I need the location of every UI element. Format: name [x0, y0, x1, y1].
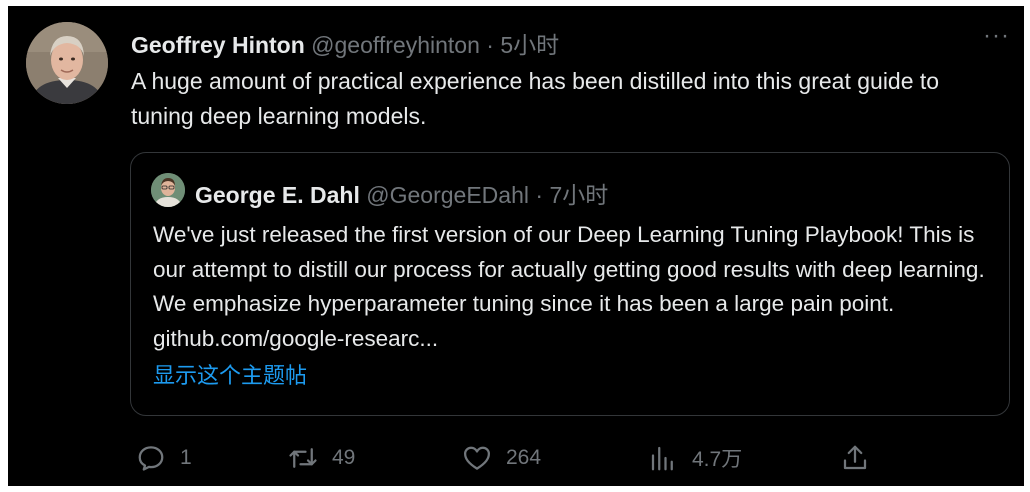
tweet-text: A huge amount of practical experience ha…: [131, 68, 940, 129]
reply-icon: [138, 446, 164, 471]
views-button[interactable]: 4.7万: [648, 438, 742, 478]
retweet-count: 49: [332, 446, 356, 469]
quoted-header-separator: ·: [535, 182, 544, 208]
author-name[interactable]: Geoffrey Hinton: [131, 32, 305, 58]
tweet-card[interactable]: Geoffrey Hinton @geoffreyhinton · 5小时 ··…: [8, 6, 1024, 486]
share-button[interactable]: [840, 438, 884, 478]
views-chart-icon: [651, 446, 673, 471]
tweet-header: Geoffrey Hinton @geoffreyhinton · 5小时: [131, 26, 559, 60]
like-button[interactable]: 264: [462, 438, 541, 478]
header-separator: ·: [486, 32, 494, 58]
tweet-time[interactable]: 5小时: [500, 32, 559, 58]
share-icon: [843, 445, 867, 470]
quoted-author-avatar[interactable]: [151, 173, 185, 207]
author-handle[interactable]: @geoffreyhinton: [311, 32, 480, 58]
retweet-button[interactable]: 49: [288, 438, 355, 478]
author-avatar[interactable]: [26, 22, 108, 104]
quoted-author-name[interactable]: George E. Dahl: [195, 182, 360, 208]
heart-icon: [464, 446, 490, 470]
quoted-tweet-text: We've just released the first version of…: [153, 222, 985, 351]
more-horizontal-icon[interactable]: ···: [983, 22, 1010, 50]
show-thread-link[interactable]: 显示这个主题帖: [153, 358, 307, 390]
views-count: 4.7万: [692, 448, 743, 471]
quoted-tweet-header: George E. Dahl @GeorgeEDahl · 7小时: [195, 176, 608, 210]
tweet-actions: 1 49 264 4.7万: [130, 438, 1010, 478]
quoted-author-handle[interactable]: @GeorgeEDahl: [366, 182, 529, 208]
like-count: 264: [506, 446, 542, 469]
quoted-tweet[interactable]: George E. Dahl @GeorgeEDahl · 7小时 We've …: [130, 152, 1010, 416]
reply-button[interactable]: 1: [136, 438, 192, 478]
quoted-tweet-time[interactable]: 7小时: [549, 182, 608, 208]
retweet-icon: [289, 448, 317, 468]
reply-count: 1: [180, 446, 192, 469]
